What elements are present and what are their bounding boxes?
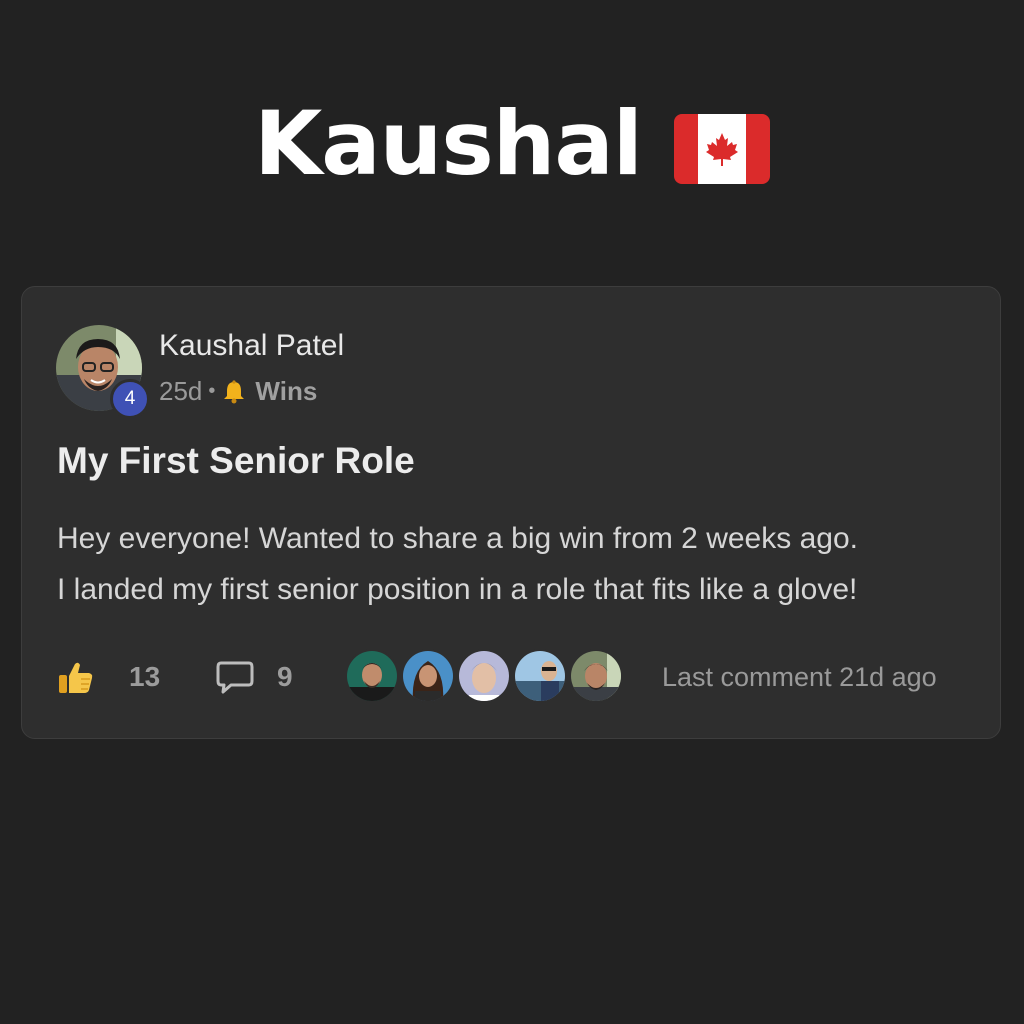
comment-icon[interactable] [215,659,255,695]
thumbs-up-icon[interactable] [57,659,95,695]
page-header: Kaushal [0,100,1024,188]
commenter-avatar[interactable] [569,649,623,703]
commenter-avatars[interactable] [345,649,625,703]
commenter-avatar[interactable] [513,649,567,703]
bell-icon [224,379,245,403]
post-body-line: Hey everyone! Wanted to share a big win … [57,522,858,555]
level-badge: 4 [110,379,150,419]
author-avatar-group[interactable]: 4 [56,325,150,419]
author-name[interactable]: Kaushal Patel [159,329,344,363]
commenter-avatar[interactable] [401,649,455,703]
post-category[interactable]: Wins [255,376,317,407]
comment-count: 9 [277,661,293,692]
post-title[interactable]: My First Senior Role [57,440,415,482]
post-age: 25d [159,376,203,406]
page-title: Kaushal [254,92,643,195]
commenter-avatar[interactable] [345,649,399,703]
last-comment-time: Last comment 21d ago [662,662,937,692]
post-card[interactable]: 4 Kaushal Patel 25d • Wins My First Seni… [21,286,1001,739]
post-body-line: I landed my first senior position in a r… [57,573,858,606]
canada-flag-icon [673,114,770,184]
post-footer: 13 9 Last comment 21d ago [57,647,987,705]
post-meta: 25d • Wins [159,376,317,407]
page: Kaushal 4 Kaushal Patel 25d • Wins My Fi… [0,0,1024,1024]
meta-separator: • [208,380,216,402]
post-body: Hey everyone! Wanted to share a big win … [57,513,987,615]
commenter-avatar[interactable] [457,649,511,703]
like-count: 13 [129,661,161,692]
